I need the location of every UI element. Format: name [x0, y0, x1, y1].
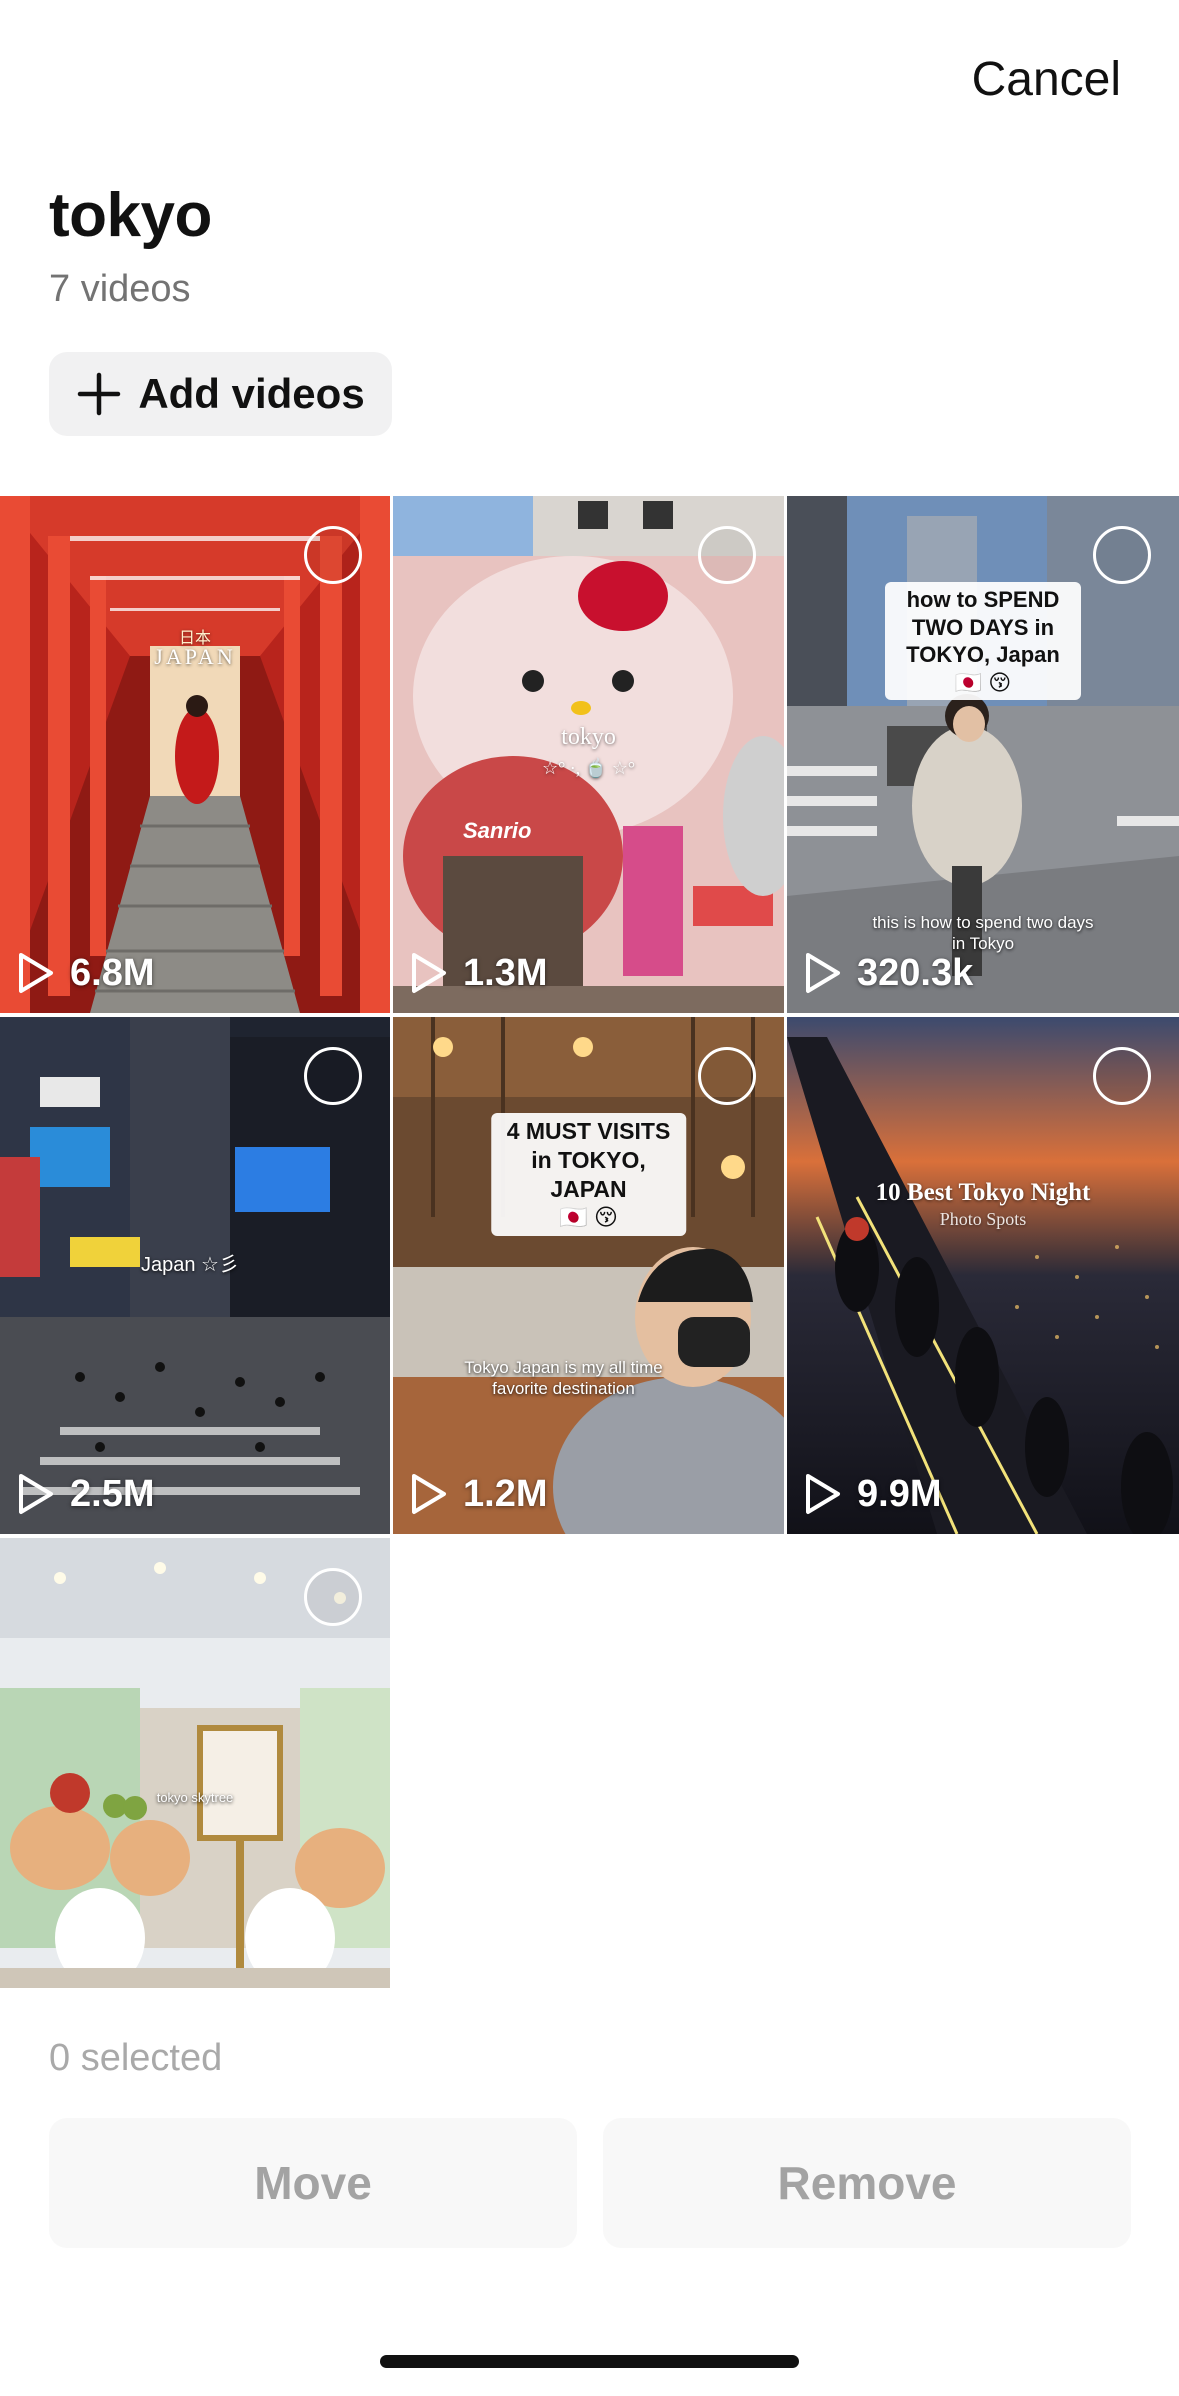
overlay-subtitle: Photo Spots	[939, 1209, 1027, 1229]
overlay-title: 10 Best Tokyo Night	[875, 1179, 1091, 1206]
move-button[interactable]: Move	[49, 2118, 577, 2248]
play-icon	[806, 1474, 840, 1514]
add-videos-button[interactable]: Add videos	[49, 352, 392, 436]
home-indicator[interactable]	[380, 2355, 799, 2368]
video-thumbnail[interactable]: Japan ☆彡 2.5M	[0, 1017, 390, 1534]
video-grid: 日本 JAPAN 6.8M tokyo ☆° ·, 🍵 ☆° Sanrio 1.…	[0, 496, 1179, 1988]
video-caption: tokyo skytree	[156, 1790, 234, 1805]
video-count: 7 videos	[49, 268, 191, 310]
view-count-label: 9.9M	[857, 1472, 942, 1515]
view-count: 6.8M	[16, 951, 154, 995]
video-thumbnail[interactable]: 10 Best Tokyo Night Photo Spots 9.9M	[787, 1017, 1179, 1534]
view-count: 2.5M	[16, 1472, 154, 1516]
select-checkbox[interactable]	[698, 1047, 756, 1105]
play-icon	[19, 953, 53, 993]
sign-text: JAPAN	[154, 644, 236, 669]
video-thumbnail[interactable]: 日本 JAPAN 6.8M	[0, 496, 390, 1013]
view-count-label: 320.3k	[857, 951, 974, 994]
selected-count: 0 selected	[49, 2037, 223, 2079]
action-bar: Move Remove	[49, 2118, 1131, 2248]
view-count: 320.3k	[803, 951, 973, 995]
select-checkbox[interactable]	[698, 526, 756, 584]
video-thumbnail[interactable]: 4 MUST VISITS in TOKYO, JAPAN 🇯🇵 😚 Tokyo…	[393, 1017, 784, 1534]
view-count: 9.9M	[803, 1472, 941, 1516]
add-videos-label: Add videos	[138, 370, 365, 417]
cancel-button[interactable]: Cancel	[972, 52, 1121, 107]
overlay-title: tokyo	[561, 724, 616, 750]
overlay-text: 4 MUST VISITS in TOKYO, JAPAN 🇯🇵 😚	[490, 1113, 687, 1236]
play-icon	[412, 1474, 446, 1514]
view-count-label: 1.3M	[463, 951, 548, 994]
playlist-title: tokyo	[49, 181, 212, 250]
select-checkbox[interactable]	[304, 1047, 362, 1105]
play-icon	[19, 1474, 53, 1514]
select-checkbox[interactable]	[1093, 526, 1151, 584]
video-caption: this is how to spend two days in Tokyo	[872, 913, 1094, 954]
view-count: 1.3M	[409, 951, 547, 995]
video-thumbnail[interactable]: how to SPEND TWO DAYS in TOKYO, Japan 🇯🇵…	[787, 496, 1179, 1013]
video-thumbnail[interactable]: tokyo skytree	[0, 1538, 390, 1988]
view-count-label: 2.5M	[70, 1472, 155, 1515]
view-count-label: 6.8M	[70, 951, 155, 994]
play-icon	[806, 953, 840, 993]
view-count-label: 1.2M	[463, 1472, 548, 1515]
overlay-decoration: ☆° ·, 🍵 ☆°	[541, 758, 636, 778]
video-thumbnail[interactable]: tokyo ☆° ·, 🍵 ☆° Sanrio 1.3M	[393, 496, 784, 1013]
select-checkbox[interactable]	[304, 526, 362, 584]
select-checkbox[interactable]	[1093, 1047, 1151, 1105]
overlay-text: how to SPEND TWO DAYS in TOKYO, Japan 🇯🇵…	[885, 582, 1081, 700]
video-caption: Japan ☆彡	[141, 1254, 239, 1276]
brand-sign: Sanrio	[463, 818, 532, 843]
remove-button[interactable]: Remove	[603, 2118, 1131, 2248]
plus-icon	[78, 372, 121, 416]
select-checkbox[interactable]	[304, 1568, 362, 1626]
video-caption: Tokyo Japan is my all time favorite dest…	[464, 1358, 663, 1399]
play-icon	[412, 953, 446, 993]
view-count: 1.2M	[409, 1472, 547, 1516]
